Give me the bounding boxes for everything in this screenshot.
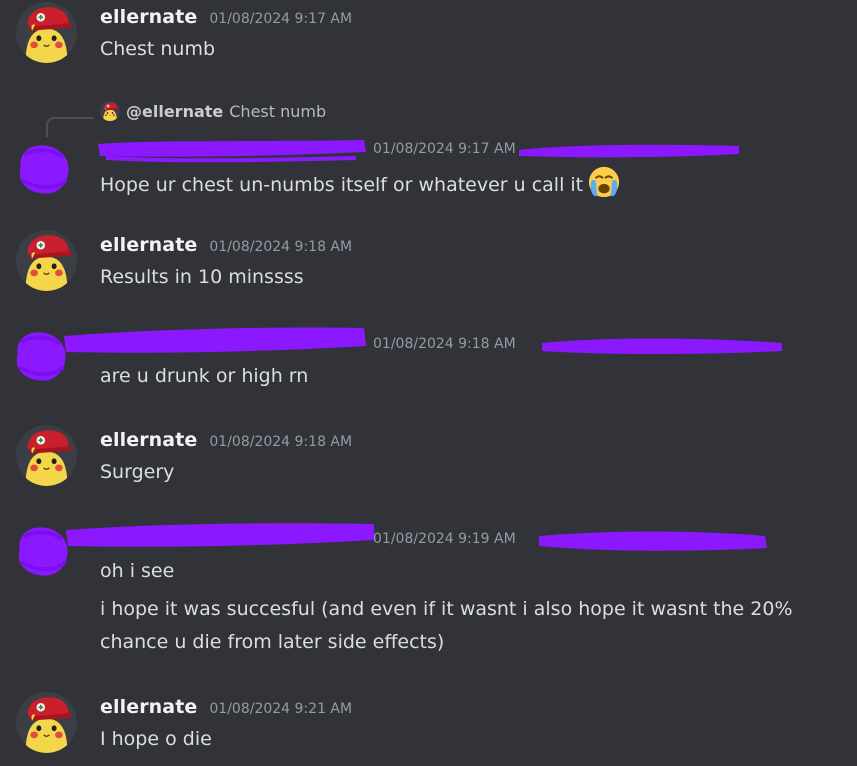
- timestamp[interactable]: 01/08/2024 9:18 AM: [373, 336, 516, 352]
- username[interactable]: ellernate: [100, 696, 197, 718]
- redacted-username: [96, 134, 368, 164]
- reply-mention[interactable]: @ellernate: [126, 102, 223, 121]
- reply-avatar: [100, 101, 120, 121]
- timestamp[interactable]: 01/08/2024 9:18 AM: [209, 434, 352, 450]
- username[interactable]: ellernate: [100, 429, 197, 451]
- avatar[interactable]: [16, 425, 77, 486]
- timestamp[interactable]: 01/08/2024 9:17 AM: [373, 141, 516, 157]
- avatar[interactable]: [13, 138, 74, 199]
- reply-connector: [46, 117, 94, 137]
- username[interactable]: ellernate: [100, 234, 197, 256]
- message-text: I hope o die: [100, 728, 212, 750]
- message-text: Hope ur chest un-numbs itself or whateve…: [100, 165, 621, 202]
- pikachu-avatar-icon: [16, 230, 77, 291]
- avatar[interactable]: [16, 692, 77, 753]
- redacted-role: [515, 138, 743, 164]
- message-text-content: Hope ur chest un-numbs itself or whateve…: [100, 174, 584, 196]
- message-text: Surgery: [100, 461, 175, 483]
- message-text: i hope it was succesful (and even if it …: [100, 598, 793, 653]
- timestamp[interactable]: 01/08/2024 9:17 AM: [209, 11, 352, 27]
- avatar[interactable]: [16, 230, 77, 291]
- redacted-username: [62, 518, 378, 552]
- loudly-crying-face-icon[interactable]: [587, 165, 621, 199]
- message-text: Chest numb: [100, 38, 216, 60]
- message-text: oh i see: [100, 560, 175, 582]
- message-text: Results in 10 minssss: [100, 266, 304, 288]
- redacted-role: [537, 526, 769, 554]
- pikachu-avatar-icon: [16, 2, 77, 63]
- redacted-role: [540, 333, 785, 357]
- chat-message-list: ellernate 01/08/2024 9:17 AM Chest numb …: [0, 0, 857, 766]
- pikachu-avatar-icon: [16, 692, 77, 753]
- timestamp[interactable]: 01/08/2024 9:18 AM: [209, 239, 352, 255]
- pikachu-avatar-icon: [16, 425, 77, 486]
- redacted-username: [60, 322, 370, 358]
- reply-preview[interactable]: @ellernate Chest numb: [100, 101, 326, 121]
- timestamp[interactable]: 01/08/2024 9:21 AM: [209, 701, 352, 717]
- pikachu-avatar-icon: [100, 101, 120, 121]
- reply-preview-text: Chest numb: [229, 101, 327, 121]
- redacted-avatar-icon: [13, 138, 74, 199]
- username[interactable]: ellernate: [100, 6, 197, 28]
- message-text: are u drunk or high rn: [100, 365, 309, 387]
- avatar[interactable]: [16, 2, 77, 63]
- timestamp[interactable]: 01/08/2024 9:19 AM: [373, 531, 516, 547]
